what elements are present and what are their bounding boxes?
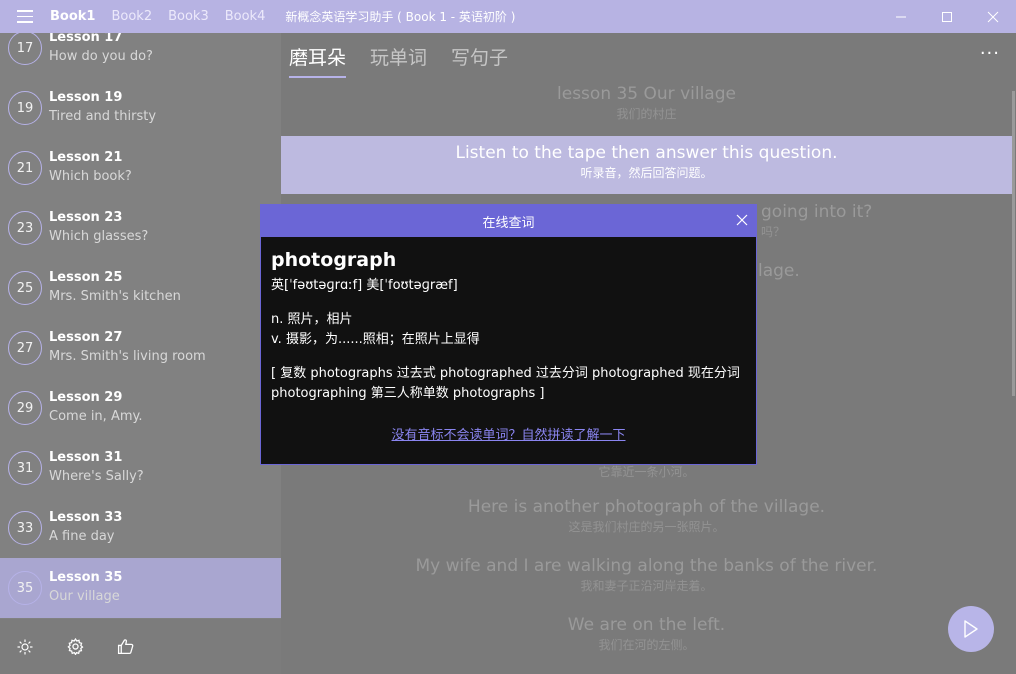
lesson-subtitle: How do you do? — [49, 49, 153, 64]
lesson-subtitle: A fine day — [49, 529, 115, 544]
play-button[interactable] — [948, 606, 994, 652]
book-tab-1[interactable]: Book1 — [50, 9, 95, 24]
lesson-title: Lesson 33 — [49, 510, 123, 525]
lesson-title: Lesson 35 — [49, 570, 123, 585]
play-icon — [964, 620, 978, 638]
sentence-item[interactable]: Here is another photograph of the villag… — [281, 496, 1012, 536]
sentence-english: Here is another photograph of the villag… — [467, 497, 826, 517]
sentence-english: going into it? — [761, 202, 873, 222]
brightness-icon[interactable] — [15, 637, 35, 657]
lesson-subtitle: Where's Sally? — [49, 469, 144, 484]
sentence-chinese: 吗？ — [761, 225, 786, 239]
sentence-chinese: 听录音，然后回答问题。 — [580, 166, 713, 180]
sentence-chinese: 我们的村庄 — [616, 107, 677, 121]
tab-listen[interactable]: 磨耳朵 — [289, 43, 347, 78]
lesson-list: 17 Lesson 17 How do you do? 19 Lesson 19 T… — [0, 33, 281, 618]
lesson-item-25[interactable]: 25 Lesson 25 Mrs. Smith's kitchen — [0, 258, 281, 318]
sentence-item[interactable]: going into it? 吗？ — [761, 201, 872, 241]
lesson-subtitle: Mrs. Smith's kitchen — [49, 289, 181, 304]
lesson-subtitle: Mrs. Smith's living room — [49, 349, 206, 364]
lesson-item-29[interactable]: 29 Lesson 29 Come in, Amy. — [0, 378, 281, 438]
lesson-number-badge: 21 — [8, 151, 42, 185]
close-icon[interactable] — [736, 211, 748, 230]
sentence-chinese: 我和妻子正沿河岸走着。 — [580, 579, 713, 593]
dialog-body: photograph 英[ˈfəʊtəɡrɑːf] 美[ˈfoʊtəɡræf] … — [261, 237, 756, 443]
lesson-title: Lesson 19 — [49, 90, 123, 105]
sentence-chinese: 它靠近一条小河。 — [598, 465, 695, 479]
lesson-number-badge: 33 — [8, 511, 42, 545]
maximize-button[interactable] — [924, 0, 970, 33]
lesson-subtitle: Our village — [49, 589, 120, 604]
lesson-title: Lesson 27 — [49, 330, 123, 345]
scrollbar[interactable] — [1012, 91, 1015, 396]
dialog-title: 在线查词 — [482, 215, 535, 231]
lesson-item-23[interactable]: 23 Lesson 23 Which glasses? — [0, 198, 281, 258]
book-tab-3[interactable]: Book3 — [168, 9, 209, 24]
sentence-item[interactable]: lage. — [758, 260, 800, 282]
title-bar: Book1 Book2 Book3 Book4 新概念英语学习助手 ( Book… — [0, 0, 1016, 33]
thumbs-up-icon[interactable] — [115, 637, 135, 657]
sentence-item[interactable]: My wife and I are walking along the bank… — [281, 555, 1012, 595]
lesson-item-21[interactable]: 21 Lesson 21 Which book? — [0, 138, 281, 198]
minimize-button[interactable] — [878, 0, 924, 33]
sentence-item[interactable]: We are on the left. 我们在河的左侧。 — [281, 614, 1012, 654]
lesson-subtitle: Which book? — [49, 169, 132, 184]
window-controls — [878, 0, 1016, 33]
phonetic-text: 英[ˈfəʊtəɡrɑːf] 美[ˈfoʊtəɡræf] — [271, 278, 458, 293]
sentence-item-active[interactable]: Listen to the tape then answer this ques… — [281, 136, 1012, 194]
lesson-subtitle: Tired and thirsty — [49, 109, 157, 124]
sentence-chinese: 这是我们村庄的另一张照片。 — [568, 520, 725, 534]
definition-noun: n. 照片，相片 — [271, 312, 353, 327]
lesson-item-17[interactable]: 17 Lesson 17 How do you do? — [0, 33, 281, 78]
sentence-english: lage. — [758, 261, 800, 281]
lesson-number-badge: 27 — [8, 331, 42, 365]
lesson-title: Lesson 31 — [49, 450, 123, 465]
word-forms: [ 复数 photographs 过去式 photographed 过去分词 p… — [271, 366, 740, 401]
lesson-item-27[interactable]: 27 Lesson 27 Mrs. Smith's living room — [0, 318, 281, 378]
lesson-title: Lesson 25 — [49, 270, 123, 285]
sidebar-footer — [0, 619, 281, 674]
lesson-number-badge: 17 — [8, 33, 42, 65]
lesson-subtitle: Which glasses? — [49, 229, 149, 244]
lesson-item-19[interactable]: 19 Lesson 19 Tired and thirsty — [0, 78, 281, 138]
phonics-link[interactable]: 没有音标不会读单词？自然拼读了解一下 — [271, 424, 746, 443]
lesson-item-31[interactable]: 31 Lesson 31 Where's Sally? — [0, 438, 281, 498]
book-tab-2[interactable]: Book2 — [111, 9, 152, 24]
settings-gear-icon[interactable] — [65, 637, 85, 657]
lesson-title: Lesson 21 — [49, 150, 123, 165]
lookup-word: photograph — [271, 249, 397, 271]
lesson-number-badge: 19 — [8, 91, 42, 125]
lesson-number-badge: 31 — [8, 451, 42, 485]
tab-sentences[interactable]: 写句子 — [451, 43, 508, 78]
lesson-item-35[interactable]: 35 Lesson 35 Our village — [0, 558, 281, 618]
lesson-number-badge: 23 — [8, 211, 42, 245]
sentence-english: We are on the left. — [567, 615, 726, 635]
sentence-english: lesson 35 Our village — [557, 84, 736, 104]
definition-verb: v. 摄影，为......照相；在照片上显得 — [271, 332, 480, 347]
lesson-title: Lesson 17 — [49, 33, 123, 45]
tab-words[interactable]: 玩单词 — [370, 43, 427, 78]
lesson-number-badge: 35 — [8, 571, 42, 605]
sentence-english: My wife and I are walking along the bank… — [415, 556, 878, 576]
lesson-title: Lesson 29 — [49, 390, 123, 405]
app-title: 新概念英语学习助手 ( Book 1 - 英语初阶 ) — [285, 10, 516, 24]
lesson-number-badge: 25 — [8, 271, 42, 305]
definitions: n. 照片，相片 v. 摄影，为......照相；在照片上显得 — [271, 310, 746, 350]
book-tab-4[interactable]: Book4 — [225, 9, 266, 24]
lesson-title: Lesson 23 — [49, 210, 123, 225]
lesson-number-badge: 29 — [8, 391, 42, 425]
mode-tabs: 磨耳朵 玩单词 写句子 — [289, 43, 508, 78]
dialog-header: 在线查词 — [261, 205, 756, 237]
dictionary-dialog: 在线查词 photograph 英[ˈfəʊtəɡrɑːf] 美[ˈfoʊtəɡ… — [260, 204, 757, 465]
lesson-sidebar: 17 Lesson 17 How do you do? 19 Lesson 19 T… — [0, 33, 281, 674]
lesson-item-33[interactable]: 33 Lesson 33 A fine day — [0, 498, 281, 558]
close-window-button[interactable] — [970, 0, 1016, 33]
lesson-subtitle: Come in, Amy. — [49, 409, 143, 424]
sentence-item[interactable]: lesson 35 Our village 我们的村庄 — [281, 83, 1012, 123]
sentence-english: Listen to the tape then answer this ques… — [455, 143, 838, 163]
hamburger-menu-icon[interactable] — [0, 0, 50, 33]
sentence-item[interactable]: 它靠近一条小河。 — [281, 463, 1012, 481]
more-options-button[interactable]: ··· — [980, 43, 1000, 64]
sentence-chinese: 我们在河的左侧。 — [598, 638, 695, 652]
